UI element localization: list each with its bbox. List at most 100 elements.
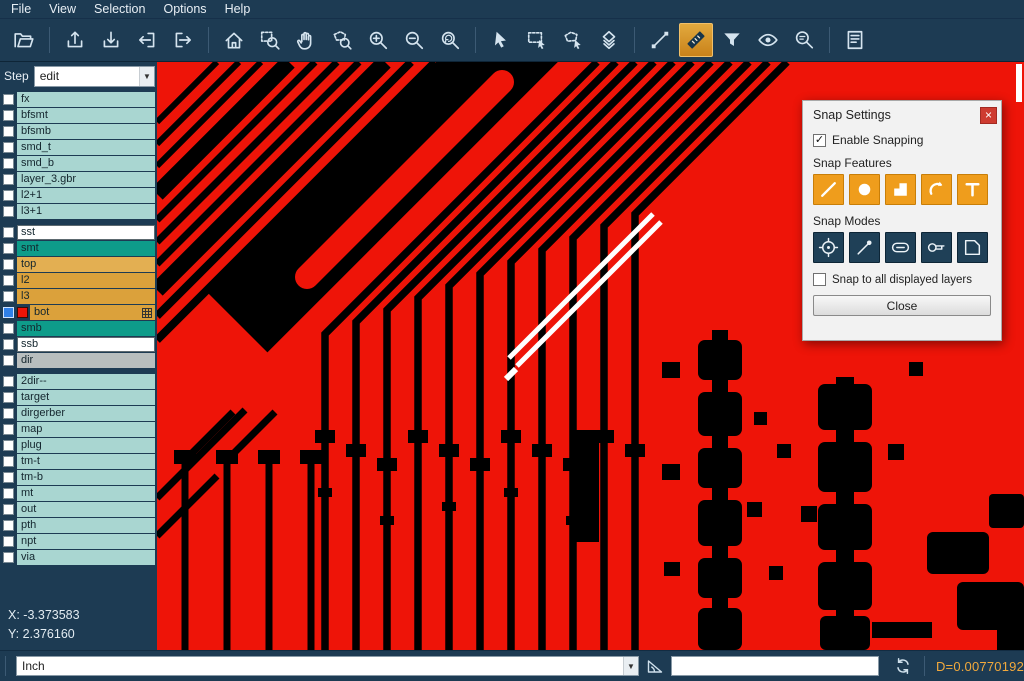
- mode-point-icon[interactable]: [849, 232, 880, 263]
- layer-row-l3+1[interactable]: l3+1: [2, 204, 155, 219]
- layer-name-strip[interactable]: via: [17, 550, 155, 565]
- mode-key-icon[interactable]: [921, 232, 952, 263]
- layer-name-strip[interactable]: top: [17, 257, 155, 272]
- layer-visibility-checkbox[interactable]: [3, 291, 14, 302]
- layer-row-dirgerber[interactable]: dirgerber: [2, 406, 155, 421]
- layer-name-strip[interactable]: mt: [17, 486, 155, 501]
- filter-funnel-icon[interactable]: [715, 23, 749, 57]
- layer-name-strip[interactable]: l3+1: [17, 204, 155, 219]
- layer-name-strip[interactable]: map: [17, 422, 155, 437]
- mode-slot-icon[interactable]: [885, 232, 916, 263]
- layer-name-strip[interactable]: out: [17, 502, 155, 517]
- zoom-reset-icon[interactable]: [433, 23, 467, 57]
- menu-item-selection[interactable]: Selection: [85, 0, 154, 19]
- layer-row-map[interactable]: map: [2, 422, 155, 437]
- layer-visibility-checkbox[interactable]: [3, 174, 14, 185]
- export-left-icon[interactable]: [130, 23, 164, 57]
- zoom-polygon-icon[interactable]: [325, 23, 359, 57]
- layer-row-smb[interactable]: smb: [2, 321, 155, 336]
- dialog-close-icon[interactable]: ×: [980, 107, 997, 124]
- layer-row-smt[interactable]: smt: [2, 241, 155, 256]
- layer-name-strip[interactable]: l2: [17, 273, 155, 288]
- layer-visibility-checkbox[interactable]: [3, 323, 14, 334]
- open-folder-icon[interactable]: [7, 23, 41, 57]
- layer-row-dir[interactable]: dir: [2, 353, 155, 368]
- report-list-icon[interactable]: [838, 23, 872, 57]
- layer-row-smd_t[interactable]: smd_t: [2, 140, 155, 155]
- layer-row-mt[interactable]: mt: [2, 486, 155, 501]
- close-button[interactable]: Close: [813, 295, 991, 316]
- grid-icon[interactable]: [142, 308, 152, 318]
- layer-name-strip[interactable]: 2dir--: [17, 374, 155, 389]
- all-layers-checkbox[interactable]: [813, 273, 826, 286]
- layer-row-smd_b[interactable]: smd_b: [2, 156, 155, 171]
- layer-name-strip[interactable]: smd_t: [17, 140, 155, 155]
- layer-visibility-checkbox[interactable]: [3, 376, 14, 387]
- layer-name-strip[interactable]: smd_b: [17, 156, 155, 171]
- layer-name-strip[interactable]: l2+1: [17, 188, 155, 203]
- layer-row-l2[interactable]: l2: [2, 273, 155, 288]
- mode-corner-icon[interactable]: [957, 232, 988, 263]
- layer-row-bfsmt[interactable]: bfsmt: [2, 108, 155, 123]
- layer-row-tm-t[interactable]: tm-t: [2, 454, 155, 469]
- layer-visibility-checkbox[interactable]: [3, 536, 14, 547]
- zoom-in-icon[interactable]: [361, 23, 395, 57]
- enable-snapping-row[interactable]: Enable Snapping: [813, 133, 991, 147]
- layer-name-strip[interactable]: bfsmb: [17, 124, 155, 139]
- menu-item-options[interactable]: Options: [154, 0, 215, 19]
- layer-name-strip[interactable]: ssb: [17, 337, 155, 352]
- layer-visibility-checkbox[interactable]: [3, 488, 14, 499]
- chevron-down-icon[interactable]: ▼: [623, 657, 638, 675]
- layer-visibility-checkbox[interactable]: [3, 227, 14, 238]
- select-polygon-icon[interactable]: [556, 23, 590, 57]
- line-select-icon[interactable]: [643, 23, 677, 57]
- layer-row-pth[interactable]: pth: [2, 518, 155, 533]
- layer-row-tm-b[interactable]: tm-b: [2, 470, 155, 485]
- layer-name-strip[interactable]: npt: [17, 534, 155, 549]
- select-layers-icon[interactable]: [592, 23, 626, 57]
- layer-name-strip[interactable]: bot: [30, 305, 155, 320]
- layer-visibility-checkbox[interactable]: [3, 339, 14, 350]
- layer-name-strip[interactable]: bfsmt: [17, 108, 155, 123]
- snap-text-icon[interactable]: [957, 174, 988, 205]
- chevron-down-icon[interactable]: ▼: [139, 67, 154, 86]
- layer-color-chip[interactable]: [17, 307, 28, 318]
- layer-name-strip[interactable]: fx: [17, 92, 155, 107]
- layer-visibility-checkbox[interactable]: [3, 190, 14, 201]
- layer-row-l3[interactable]: l3: [2, 289, 155, 304]
- snap-pad-icon[interactable]: [849, 174, 880, 205]
- layer-visibility-checkbox[interactable]: [3, 392, 14, 403]
- layer-row-l2+1[interactable]: l2+1: [2, 188, 155, 203]
- layer-visibility-checkbox[interactable]: [3, 424, 14, 435]
- layer-row-ssb[interactable]: ssb: [2, 337, 155, 352]
- layer-name-strip[interactable]: pth: [17, 518, 155, 533]
- layer-name-strip[interactable]: smb: [17, 321, 155, 336]
- snap-line-icon[interactable]: [813, 174, 844, 205]
- refresh-icon[interactable]: [893, 656, 913, 676]
- layer-visibility-checkbox[interactable]: [3, 504, 14, 515]
- layer-visibility-checkbox[interactable]: [3, 259, 14, 270]
- layer-name-strip[interactable]: dir: [17, 353, 155, 368]
- layer-visibility-checkbox[interactable]: [3, 126, 14, 137]
- layer-name-strip[interactable]: tm-b: [17, 470, 155, 485]
- layer-row-npt[interactable]: npt: [2, 534, 155, 549]
- select-arrow-icon[interactable]: [484, 23, 518, 57]
- select-window-icon[interactable]: [520, 23, 554, 57]
- layer-visibility-checkbox[interactable]: [3, 94, 14, 105]
- layer-row-2dir--[interactable]: 2dir--: [2, 374, 155, 389]
- layer-visibility-checkbox[interactable]: [3, 456, 14, 467]
- dialog-titlebar[interactable]: Snap Settings ×: [813, 103, 997, 127]
- export-right-icon[interactable]: [166, 23, 200, 57]
- layer-visibility-checkbox[interactable]: [3, 243, 14, 254]
- layer-row-fx[interactable]: fx: [2, 92, 155, 107]
- unit-combobox[interactable]: Inch ▼: [16, 656, 639, 676]
- zoom-out-icon[interactable]: [397, 23, 431, 57]
- layer-name-strip[interactable]: tm-t: [17, 454, 155, 469]
- layer-name-strip[interactable]: layer_3.gbr: [17, 172, 155, 187]
- command-input[interactable]: [671, 656, 879, 676]
- menu-item-view[interactable]: View: [40, 0, 85, 19]
- snap-corner-icon[interactable]: [885, 174, 916, 205]
- enable-snapping-checkbox[interactable]: [813, 134, 826, 147]
- pcb-canvas[interactable]: Snap Settings × Enable Snapping Snap Fea…: [157, 62, 1024, 650]
- layer-visibility-checkbox[interactable]: [3, 440, 14, 451]
